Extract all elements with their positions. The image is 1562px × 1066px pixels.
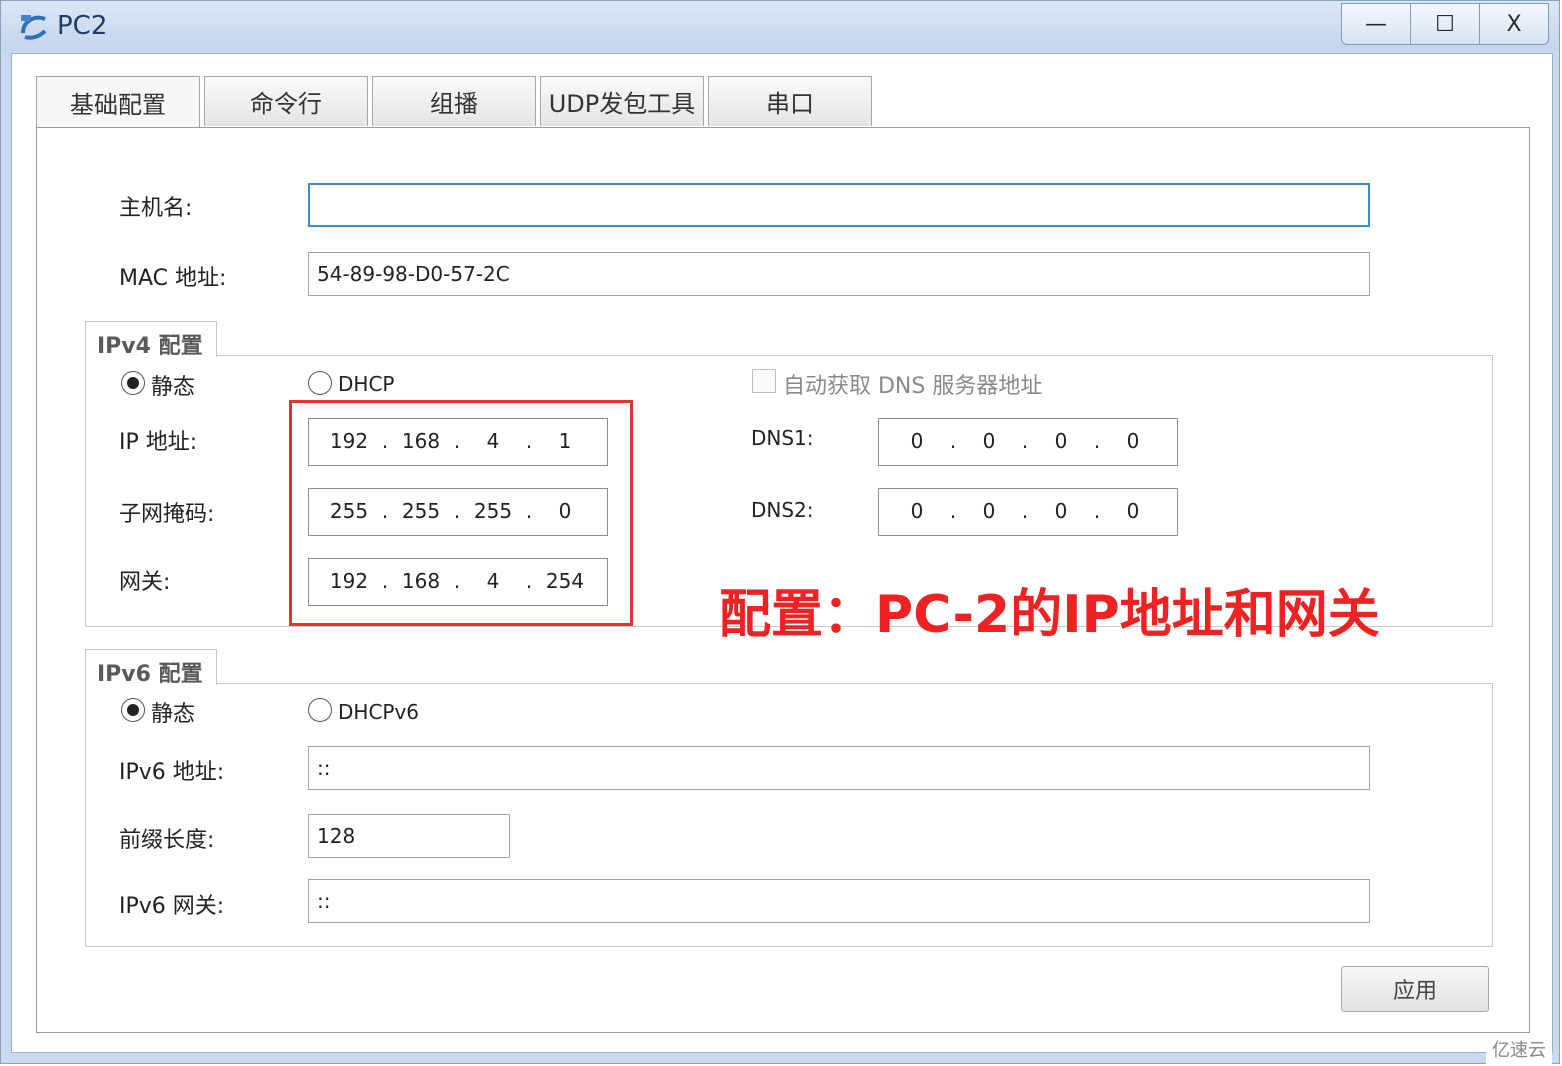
prefix-length-label: 前缀长度: bbox=[119, 828, 215, 853]
tab-basic-config[interactable]: 基础配置 bbox=[36, 76, 200, 128]
tab-udp-tool[interactable]: UDP发包工具 bbox=[540, 76, 704, 126]
title-bar[interactable]: PC2 — ☐ X bbox=[1, 1, 1559, 51]
ipv6-dhcpv6-radio[interactable] bbox=[308, 698, 332, 722]
ipv6-dhcpv6-label: DHCPv6 bbox=[338, 700, 420, 724]
ipv4-group-title: IPv4 配置 bbox=[97, 334, 203, 359]
watermark: 亿速云 bbox=[1486, 1034, 1552, 1064]
ipv6-address-input[interactable]: :: bbox=[308, 746, 1370, 790]
dns2-octet: 0 bbox=[1126, 499, 1140, 523]
app-icon bbox=[21, 15, 47, 40]
close-icon: X bbox=[1506, 11, 1522, 37]
dns1-octet: 0 bbox=[1126, 429, 1140, 453]
ipv6-gateway-input[interactable]: :: bbox=[308, 879, 1370, 923]
dns2-octet: 0 bbox=[982, 499, 996, 523]
ipv4-dhcp-radio[interactable] bbox=[308, 371, 332, 395]
dns2-octet: 0 bbox=[910, 499, 924, 523]
ipv4-static-label: 静态 bbox=[151, 375, 196, 400]
minimize-button[interactable]: — bbox=[1342, 4, 1411, 44]
auto-dns-label: 自动获取 DNS 服务器地址 bbox=[783, 374, 1043, 399]
dns1-input[interactable]: 0 . 0 . 0 . 0 bbox=[878, 418, 1178, 466]
ipv6-gateway-label: IPv6 网关: bbox=[119, 894, 225, 919]
tab-command-line[interactable]: 命令行 bbox=[204, 76, 368, 126]
dns2-label: DNS2: bbox=[751, 498, 814, 522]
ipv4-static-radio[interactable] bbox=[121, 371, 145, 395]
maximize-icon: ☐ bbox=[1435, 11, 1455, 37]
close-button[interactable]: X bbox=[1480, 4, 1548, 44]
tab-serial[interactable]: 串口 bbox=[708, 76, 872, 126]
dns1-label: DNS1: bbox=[751, 426, 814, 450]
highlight-box bbox=[289, 400, 633, 626]
gateway-label: 网关: bbox=[119, 570, 171, 595]
prefix-length-input[interactable]: 128 bbox=[308, 814, 510, 858]
window-controls: — ☐ X bbox=[1341, 3, 1549, 45]
ipv6-static-radio[interactable] bbox=[121, 698, 145, 722]
dns1-octet: 0 bbox=[1054, 429, 1068, 453]
dns2-octet: 0 bbox=[1054, 499, 1068, 523]
apply-button[interactable]: 应用 bbox=[1341, 966, 1489, 1012]
window-title: PC2 bbox=[57, 11, 108, 41]
subnet-mask-label: 子网掩码: bbox=[119, 502, 215, 527]
pc2-window: PC2 — ☐ X 基础配置 命令行 组播 UDP发包工具 串口 主机名: MA… bbox=[0, 0, 1560, 1064]
hostname-label: 主机名: bbox=[119, 196, 193, 221]
mac-label: MAC 地址: bbox=[119, 266, 227, 291]
basic-config-panel: 主机名: MAC 地址: 54-89-98-D0-57-2C IPv4 配置 静… bbox=[36, 127, 1530, 1033]
maximize-button[interactable]: ☐ bbox=[1411, 4, 1480, 44]
tab-bar: 基础配置 命令行 组播 UDP发包工具 串口 bbox=[36, 76, 876, 128]
ipv6-address-label: IPv6 地址: bbox=[119, 760, 225, 785]
dns2-input[interactable]: 0 . 0 . 0 . 0 bbox=[878, 488, 1178, 536]
ipv4-dhcp-label: DHCP bbox=[338, 372, 395, 396]
ipv6-group-title: IPv6 配置 bbox=[97, 662, 203, 687]
mac-address-field[interactable]: 54-89-98-D0-57-2C bbox=[308, 252, 1370, 296]
tab-multicast[interactable]: 组播 bbox=[372, 76, 536, 126]
ip-address-label: IP 地址: bbox=[119, 430, 198, 455]
auto-dns-checkbox[interactable] bbox=[752, 369, 776, 393]
hostname-input[interactable] bbox=[308, 183, 1370, 227]
client-area: 基础配置 命令行 组播 UDP发包工具 串口 主机名: MAC 地址: 54-8… bbox=[11, 53, 1553, 1053]
dns1-octet: 0 bbox=[982, 429, 996, 453]
minimize-icon: — bbox=[1365, 11, 1387, 37]
ipv6-static-label: 静态 bbox=[151, 702, 196, 727]
annotation-text: 配置：PC-2的IP地址和网关 bbox=[719, 585, 1380, 645]
dns1-octet: 0 bbox=[910, 429, 924, 453]
